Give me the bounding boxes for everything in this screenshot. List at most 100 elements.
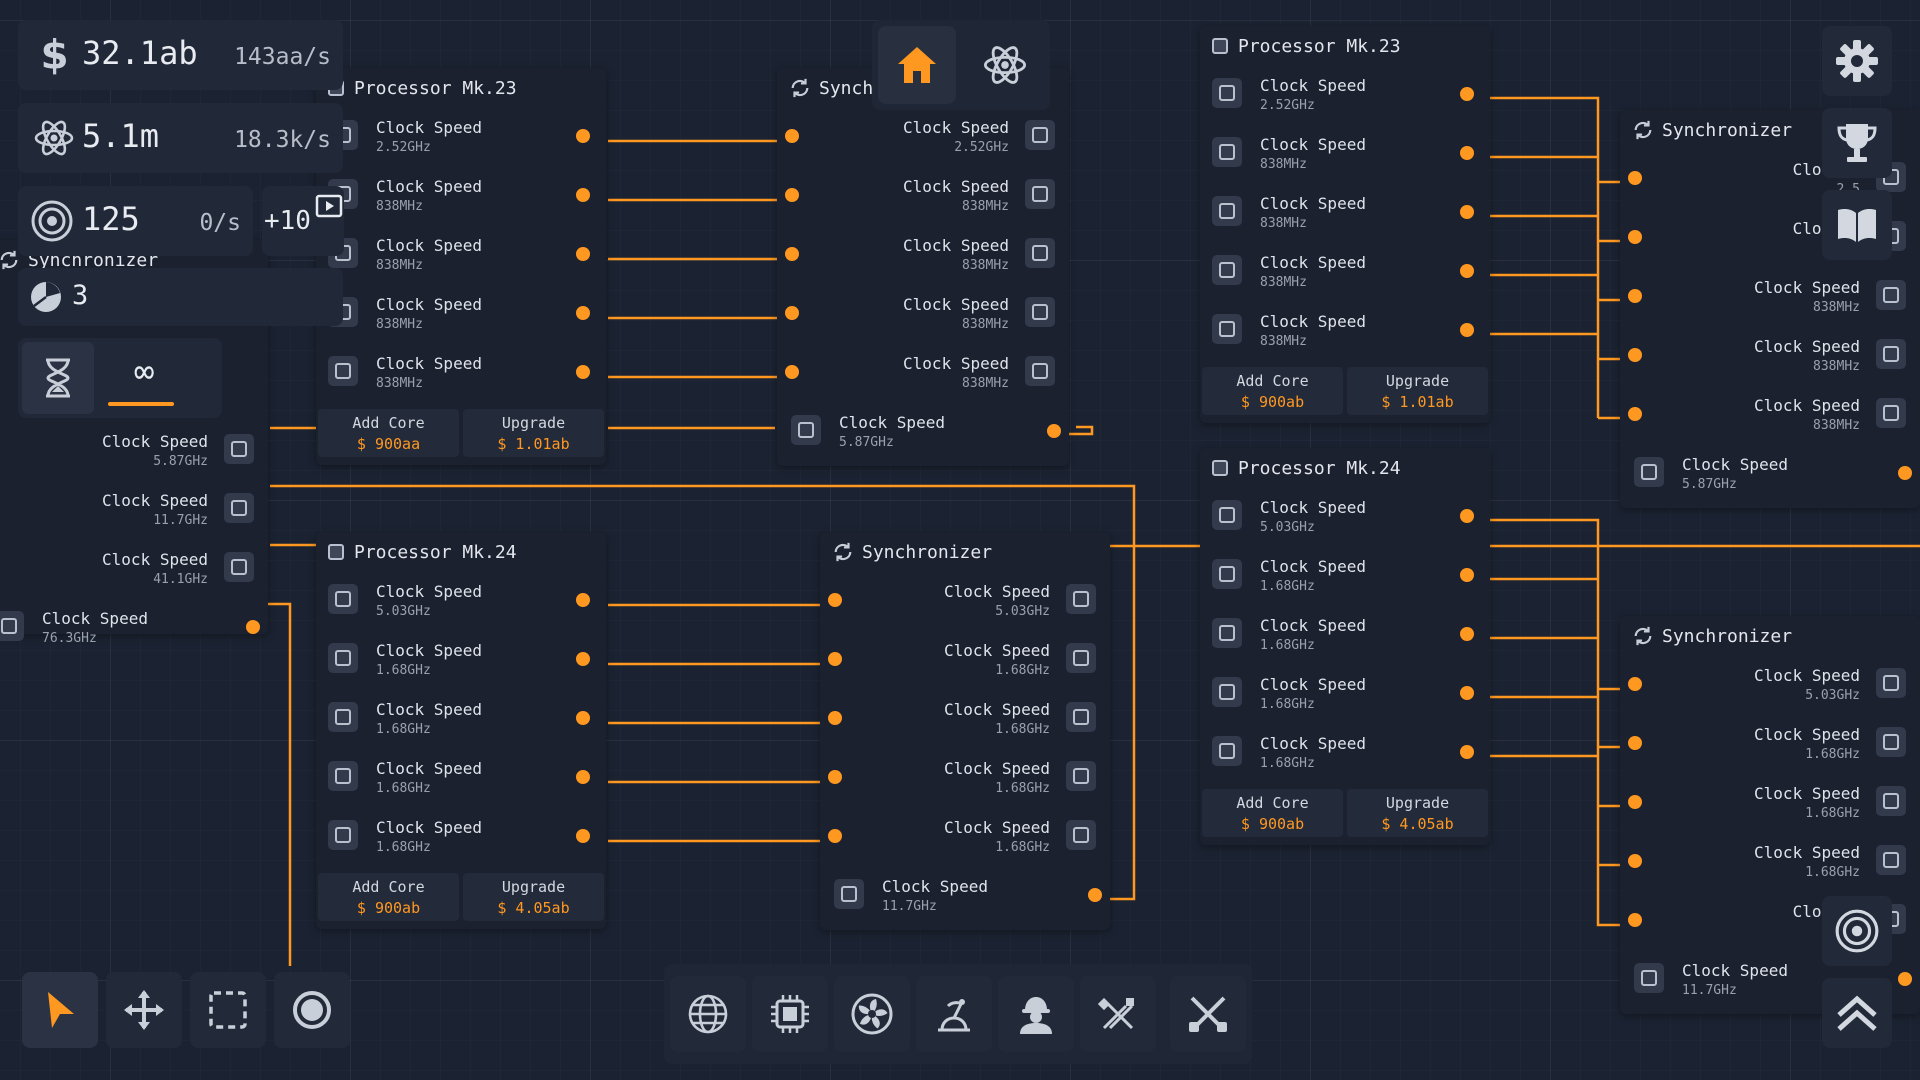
input-port[interactable] [828,652,842,666]
rank-up-button[interactable] [1822,978,1892,1048]
output-port[interactable] [1047,424,1061,438]
circle-tool[interactable] [274,972,350,1048]
chip-icon[interactable] [1212,78,1242,108]
chip-icon[interactable] [1212,618,1242,648]
chip-icon[interactable] [1025,179,1055,209]
home-button[interactable] [878,26,956,104]
chip-icon[interactable] [328,820,358,850]
input-port[interactable] [1628,854,1642,868]
input-port[interactable] [1628,230,1642,244]
input-port[interactable] [828,593,842,607]
globe-tool[interactable] [670,976,746,1052]
chip-icon[interactable] [1212,559,1242,589]
chip-icon[interactable] [1025,297,1055,327]
output-port[interactable] [1460,87,1474,101]
chip-icon[interactable] [1876,339,1906,369]
output-port[interactable] [576,188,590,202]
time-infinite[interactable]: ∞ [134,352,154,392]
chip-icon[interactable] [1876,398,1906,428]
chip-icon[interactable] [1212,500,1242,530]
input-port[interactable] [828,829,842,843]
chip-tool[interactable] [752,976,828,1052]
chip-icon[interactable] [328,761,358,791]
output-port[interactable] [576,593,590,607]
chip-icon[interactable] [1634,963,1664,993]
chip-icon[interactable] [791,415,821,445]
input-port[interactable] [1628,407,1642,421]
output-port[interactable] [576,247,590,261]
output-port[interactable] [576,652,590,666]
input-port[interactable] [785,306,799,320]
chip-icon[interactable] [1212,196,1242,226]
chip-icon[interactable] [1876,727,1906,757]
input-port[interactable] [828,770,842,784]
output-port[interactable] [1460,146,1474,160]
output-port[interactable] [1898,972,1912,986]
upgrade-button[interactable]: Upgrade $ 1.01ab [463,409,604,457]
input-port[interactable] [1628,677,1642,691]
chip-icon[interactable] [1876,280,1906,310]
target-button[interactable] [1822,896,1892,966]
output-port[interactable] [246,620,260,634]
input-port[interactable] [785,188,799,202]
add-core-button[interactable]: Add Core $ 900aa [318,409,459,457]
chip-icon[interactable] [1212,255,1242,285]
upgrade-button[interactable]: Upgrade $ 4.05ab [1347,789,1488,837]
output-port[interactable] [1460,627,1474,641]
chip-icon[interactable] [1212,677,1242,707]
chip-icon[interactable] [328,643,358,673]
add-core-button[interactable]: Add Core $ 900ab [1202,367,1343,415]
select-tool[interactable] [190,972,266,1048]
add-core-button[interactable]: Add Core $ 900ab [1202,789,1343,837]
output-port[interactable] [576,829,590,843]
output-port[interactable] [576,365,590,379]
cross-tools-tool[interactable] [1170,976,1246,1052]
chip-icon[interactable] [1066,820,1096,850]
input-port[interactable] [1628,913,1642,927]
output-port[interactable] [1460,323,1474,337]
upgrade-button[interactable]: Upgrade $ 4.05ab [463,873,604,921]
chip-icon[interactable] [834,879,864,909]
processor-node[interactable]: Processor Mk.24 Clock Speed 5.03GHz Clock S… [1200,448,1490,845]
input-port[interactable] [1628,289,1642,303]
chip-icon[interactable] [1634,457,1664,487]
book-button[interactable] [1822,190,1892,260]
input-port[interactable] [1628,795,1642,809]
output-port[interactable] [576,129,590,143]
output-port[interactable] [1460,264,1474,278]
chip-icon[interactable] [328,356,358,386]
research-button[interactable] [966,26,1044,104]
output-port[interactable] [1460,745,1474,759]
chip-icon[interactable] [224,434,254,464]
output-port[interactable] [1460,205,1474,219]
move-tool[interactable] [106,972,182,1048]
output-port[interactable] [576,770,590,784]
chip-icon[interactable] [224,493,254,523]
fan-tool[interactable] [834,976,910,1052]
upgrade-button[interactable]: Upgrade $ 1.01ab [1347,367,1488,415]
chip-icon[interactable] [1066,643,1096,673]
chip-icon[interactable] [1025,238,1055,268]
chip-icon[interactable] [1066,702,1096,732]
chip-icon[interactable] [1876,845,1906,875]
chip-icon[interactable] [328,584,358,614]
processor-node[interactable]: Processor Mk.23 Clock Speed 2.52GHz Clock S… [1200,26,1490,423]
input-port[interactable] [1628,736,1642,750]
output-port[interactable] [1460,686,1474,700]
chip-icon[interactable] [1876,786,1906,816]
input-port[interactable] [785,247,799,261]
tools-tool[interactable] [1080,976,1156,1052]
add-core-button[interactable]: Add Core $ 900ab [318,873,459,921]
output-port[interactable] [576,711,590,725]
chip-icon[interactable] [328,702,358,732]
chip-icon[interactable] [1876,668,1906,698]
synchronizer-node[interactable]: Synchronizer Clock Speed 5.03GHz Clock Spee… [820,532,1110,930]
input-port[interactable] [828,711,842,725]
input-port[interactable] [1628,348,1642,362]
output-port[interactable] [1460,568,1474,582]
chip-icon[interactable] [1025,120,1055,150]
chip-icon[interactable] [1025,356,1055,386]
output-port[interactable] [1460,509,1474,523]
synchronizer-node[interactable]: Synch Clock Speed 2.52GHz Clock Speed 838MHz… [777,68,1069,466]
chip-icon[interactable] [1066,584,1096,614]
